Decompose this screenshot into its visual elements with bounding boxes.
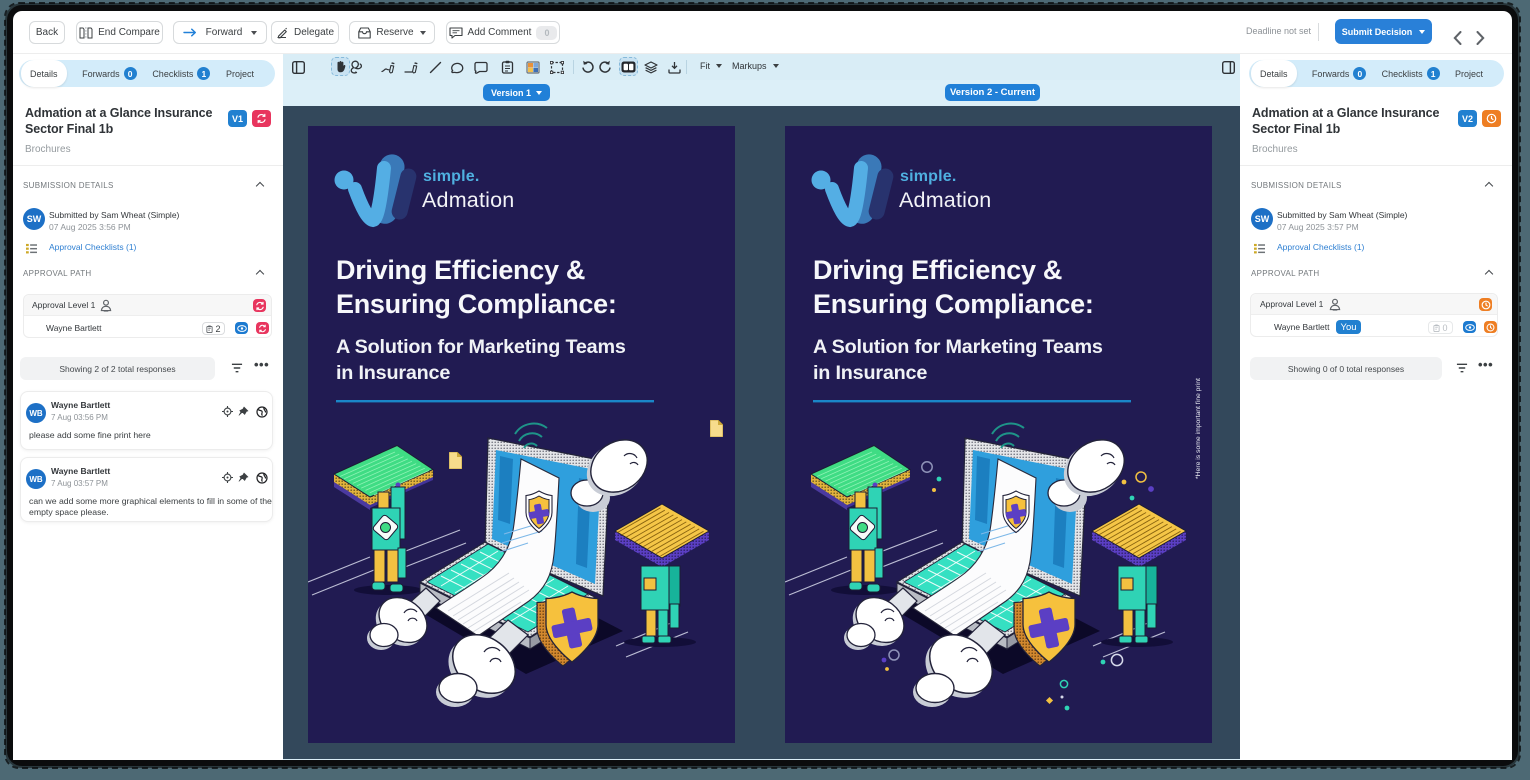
svg-text:*Here is some important fine p: *Here is some important fine print [1195, 378, 1202, 479]
